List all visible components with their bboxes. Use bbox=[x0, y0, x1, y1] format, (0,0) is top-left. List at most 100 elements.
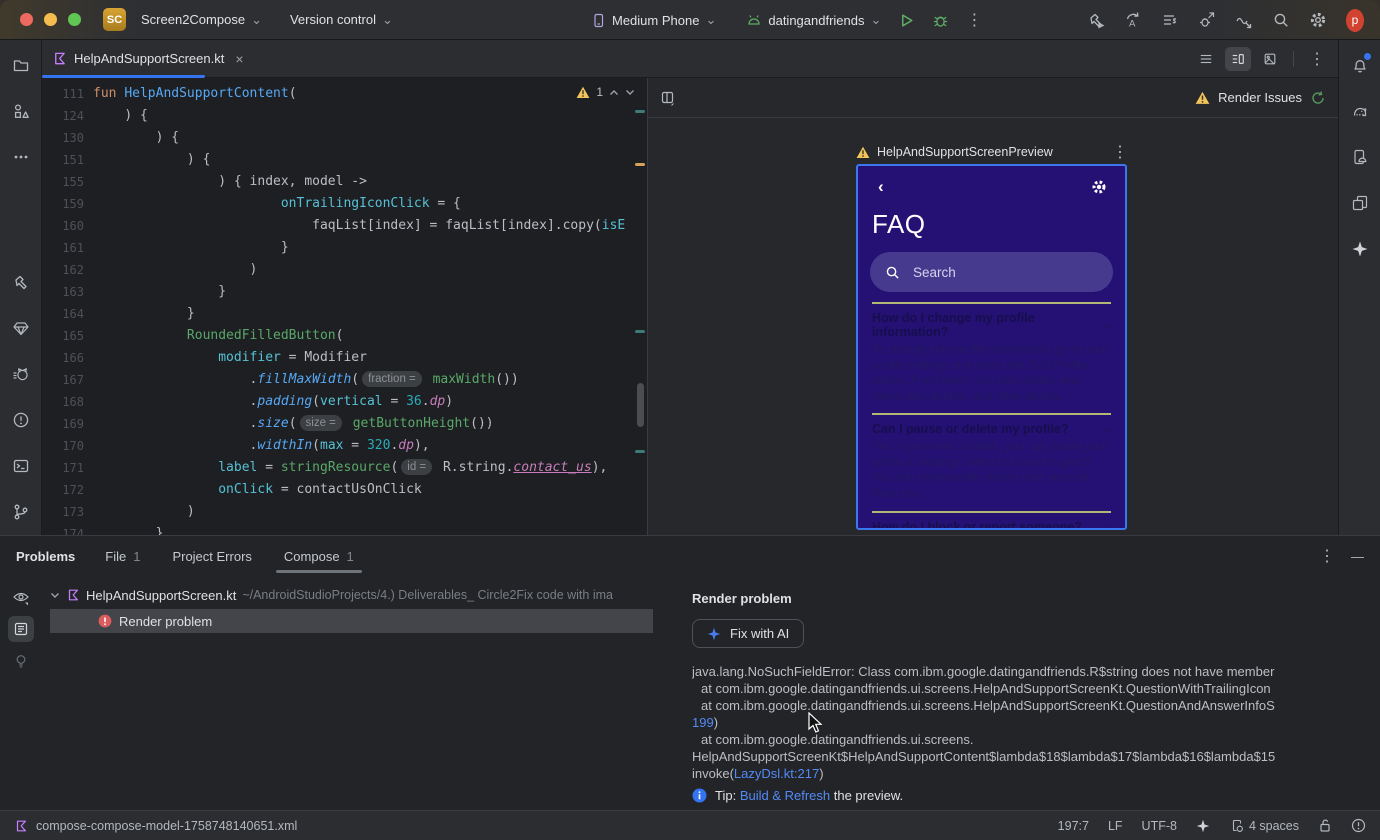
stack-link[interactable]: LazyDsl.kt:217 bbox=[734, 766, 819, 781]
resource-manager-icon[interactable] bbox=[8, 98, 34, 124]
editor-tab[interactable]: HelpAndSupportScreen.kt × bbox=[42, 40, 256, 77]
tab-file[interactable]: File 1 bbox=[103, 536, 142, 576]
next-problem-icon[interactable] bbox=[625, 89, 635, 96]
code-line[interactable]: 161 } bbox=[42, 237, 647, 259]
code-line[interactable]: 165 RoundedFilledButton( bbox=[42, 325, 647, 347]
more-run-options-icon[interactable]: ⋮ bbox=[959, 5, 989, 35]
project-selector[interactable]: Screen2Compose ⌄ bbox=[135, 8, 268, 32]
gemini-icon[interactable] bbox=[1347, 236, 1373, 262]
write-access-lock-icon[interactable] bbox=[1318, 818, 1332, 833]
code-line[interactable]: 130 ) { bbox=[42, 127, 647, 149]
prev-problem-icon[interactable] bbox=[609, 89, 619, 96]
build-refresh-icon[interactable] bbox=[1310, 90, 1326, 106]
ai-status-icon[interactable] bbox=[1196, 819, 1210, 833]
code-line[interactable]: 172 onClick = contactUsOnClick bbox=[42, 479, 647, 501]
code-line[interactable]: 163 } bbox=[42, 281, 647, 303]
close-tab-icon[interactable]: × bbox=[235, 51, 243, 67]
caret-position[interactable]: 197:7 bbox=[1058, 819, 1089, 833]
code-view-button[interactable] bbox=[1193, 47, 1219, 71]
debug-button[interactable] bbox=[925, 5, 955, 35]
project-folder-icon[interactable] bbox=[8, 52, 34, 78]
running-devices-icon[interactable] bbox=[1347, 190, 1373, 216]
problems-tool-window-icon[interactable] bbox=[8, 407, 34, 433]
split-view-button[interactable] bbox=[1225, 46, 1251, 71]
build-tool-window-icon[interactable] bbox=[8, 269, 34, 295]
task-list-icon[interactable] bbox=[1155, 5, 1185, 35]
faq-search-bar[interactable]: Search bbox=[870, 252, 1113, 292]
build-refresh-link[interactable]: Build & Refresh bbox=[740, 788, 830, 803]
quickfix-bulb-icon[interactable] bbox=[8, 648, 34, 674]
profiler-icon[interactable] bbox=[1192, 5, 1222, 35]
profile-avatar[interactable]: p bbox=[1340, 5, 1370, 35]
panel-options-icon[interactable]: ⋮ bbox=[1319, 546, 1335, 566]
editor-scrollbar[interactable] bbox=[637, 383, 644, 427]
render-issues-label[interactable]: Render Issues bbox=[1218, 90, 1302, 105]
code-line[interactable]: 173 ) bbox=[42, 501, 647, 523]
hide-panel-icon[interactable]: — bbox=[1351, 549, 1364, 564]
details-view-icon[interactable] bbox=[8, 616, 34, 642]
vcs-widget[interactable]: Version control ⌄ bbox=[284, 8, 399, 32]
render-problem-row[interactable]: Render problem bbox=[50, 609, 653, 633]
app-inspection-icon[interactable] bbox=[1229, 5, 1259, 35]
notifications-icon[interactable] bbox=[1347, 52, 1373, 78]
device-selector[interactable]: Medium Phone ⌄ bbox=[585, 8, 722, 32]
back-icon[interactable]: ‹ bbox=[878, 178, 884, 195]
device-manager-icon[interactable] bbox=[1347, 144, 1373, 170]
expand-chevron-icon[interactable]: ⌄ bbox=[1103, 424, 1111, 435]
tab-project-errors[interactable]: Project Errors bbox=[170, 536, 253, 576]
code-line[interactable]: 164 } bbox=[42, 303, 647, 325]
code-line[interactable]: 159 onTrailingIconClick = { bbox=[42, 193, 647, 215]
expand-chevron-icon[interactable]: ⌄ bbox=[1103, 320, 1111, 331]
stack-link[interactable]: 199 bbox=[692, 715, 714, 730]
file-encoding[interactable]: UTF-8 bbox=[1142, 819, 1177, 833]
code-line[interactable]: 168 .padding(vertical = 36.dp) bbox=[42, 391, 647, 413]
faq-question[interactable]: Can I pause or delete my profile? ⌄ bbox=[872, 422, 1111, 436]
code-editor[interactable]: 111 fun HelpAndSupportContent(124 ) {130 … bbox=[42, 78, 648, 535]
app-quality-insights-icon[interactable] bbox=[8, 315, 34, 341]
more-tool-windows-icon[interactable] bbox=[8, 144, 34, 170]
terminal-icon[interactable] bbox=[8, 453, 34, 479]
editor-options-icon[interactable]: ⋮ bbox=[1304, 47, 1330, 71]
faq-question[interactable]: How do I change my profile information? ⌄ bbox=[872, 311, 1111, 339]
build-icon[interactable] bbox=[1081, 5, 1111, 35]
code-line[interactable]: 151 ) { bbox=[42, 149, 647, 171]
logcat-icon[interactable] bbox=[8, 361, 34, 387]
code-line[interactable]: 169 .size(size = getButtonHeight()) bbox=[42, 413, 647, 435]
preview-device-frame[interactable]: ‹ FAQ Search How do I change my profile … bbox=[856, 164, 1127, 530]
code-line[interactable]: 160 faqList[index] = faqList[index].copy… bbox=[42, 215, 647, 237]
run-button[interactable] bbox=[891, 5, 921, 35]
switch-layout-icon[interactable] bbox=[660, 90, 676, 106]
design-view-button[interactable] bbox=[1257, 47, 1283, 71]
code-line[interactable]: 170 .widthIn(max = 320.dp), bbox=[42, 435, 647, 457]
preview-toggle-icon[interactable] bbox=[8, 584, 34, 610]
code-line[interactable]: 162 ) bbox=[42, 259, 647, 281]
code-line[interactable]: 166 modifier = Modifier bbox=[42, 347, 647, 369]
expand-chevron-icon[interactable]: ⌄ bbox=[1103, 521, 1111, 528]
code-line[interactable]: 124 ) { bbox=[42, 105, 647, 127]
code-line[interactable]: 174 } bbox=[42, 523, 647, 535]
run-configuration-selector[interactable]: datingandfriends ⌄ bbox=[740, 8, 887, 32]
problem-file-row[interactable]: HelpAndSupportScreen.kt ~/AndroidStudioP… bbox=[50, 583, 680, 607]
tab-compose[interactable]: Compose 1 bbox=[275, 536, 362, 576]
faq-question[interactable]: How do I block or report someone? ⌄ bbox=[872, 520, 1111, 529]
version-control-icon[interactable] bbox=[8, 499, 34, 525]
gear-icon[interactable] bbox=[1091, 179, 1107, 195]
zoom-window-button[interactable] bbox=[68, 13, 81, 26]
indent-setting[interactable]: 4 spaces bbox=[1229, 818, 1299, 833]
inspection-widget[interactable]: 1 bbox=[576, 85, 635, 99]
preview-name[interactable]: HelpAndSupportScreenPreview bbox=[877, 145, 1105, 159]
ai-actions-icon[interactable]: A bbox=[1118, 5, 1148, 35]
preview-menu-icon[interactable]: ⋮ bbox=[1112, 142, 1128, 162]
code-line[interactable]: 155 ) { index, model -> bbox=[42, 171, 647, 193]
code-line[interactable]: 171 label = stringResource(id = R.string… bbox=[42, 457, 647, 479]
gradle-icon[interactable] bbox=[1347, 98, 1373, 124]
minimize-window-button[interactable] bbox=[44, 13, 57, 26]
inspections-status-icon[interactable] bbox=[1351, 818, 1366, 833]
expand-chevron-icon[interactable] bbox=[50, 592, 60, 599]
close-window-button[interactable] bbox=[20, 13, 33, 26]
settings-icon[interactable] bbox=[1303, 5, 1333, 35]
panel-title[interactable]: Problems bbox=[16, 549, 75, 564]
status-file-name[interactable]: compose-compose-model-1758748140651.xml bbox=[36, 819, 297, 833]
code-line[interactable]: 111 fun HelpAndSupportContent( bbox=[42, 83, 647, 105]
line-separator[interactable]: LF bbox=[1108, 819, 1123, 833]
